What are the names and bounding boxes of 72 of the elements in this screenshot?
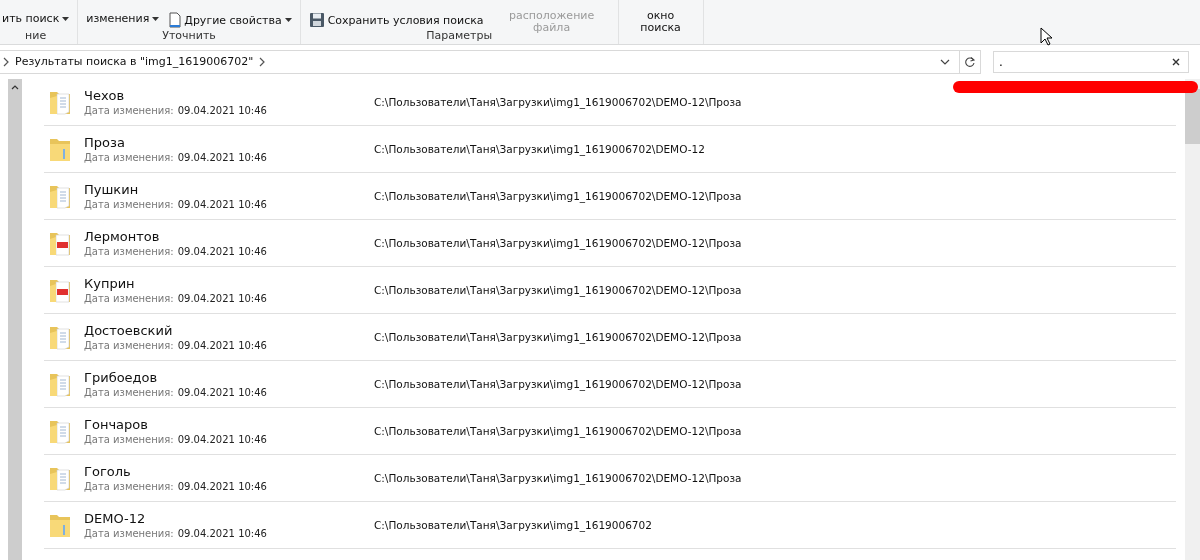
dropdown-button[interactable]: изменения xyxy=(84,12,162,25)
file-name: Достоевский xyxy=(84,321,174,339)
caret-icon xyxy=(11,85,19,90)
result-row[interactable]: Достоевский Дата изменения: 09.04.2021 10:46 C:\Пользователи\Таня\Загрузки\img1_1619006702\DEMO-12\Проза xyxy=(44,314,1176,361)
document-icon xyxy=(169,12,182,28)
dropdown-button[interactable]: ить поиск xyxy=(0,12,72,25)
group-label: ние xyxy=(24,29,48,44)
date-label: Дата изменения: xyxy=(84,385,174,400)
file-path: C:\Пользователи\Таня\Загрузки\img1_1619006702\DEMO-12\Проза xyxy=(374,331,742,343)
result-row[interactable]: DEMO-12 Дата изменения: 09.04.2021 10:46 C:\Пользователи\Таня\Загрузки\img1_1619006702 xyxy=(44,502,1176,549)
file-path: C:\Пользователи\Таня\Загрузки\img1_1619006702\DEMO-12\Проза xyxy=(374,472,742,484)
date-value: 09.04.2021 10:46 xyxy=(177,291,267,306)
file-name: Куприн xyxy=(84,274,136,292)
caret-icon xyxy=(62,16,70,21)
file-name: Проза xyxy=(84,133,126,151)
file-name: Грибоедов xyxy=(84,368,159,386)
file-path: C:\Пользователи\Таня\Загрузки\img1_1619006702\DEMO-12 xyxy=(374,143,705,155)
address-path[interactable]: Результаты поиска в "img1_1619006702" xyxy=(15,55,254,68)
result-row[interactable]: Проза Дата изменения: 09.04.2021 10:46 C:\Пользователи\Таня\Загрузки\img1_1619006702\DEMO-12 xyxy=(44,126,1176,173)
chevron-icon xyxy=(259,56,266,67)
close-icon[interactable] xyxy=(1172,57,1180,66)
dropdown-button[interactable]: Другие свойства xyxy=(167,12,294,28)
file-path: C:\Пользователи\Таня\Загрузки\img1_1619006702\DEMO-12\Проза xyxy=(374,190,742,202)
date-label: Дата изменения: xyxy=(84,526,174,541)
date-label: Дата изменения: xyxy=(84,150,174,165)
file-path: C:\Пользователи\Таня\Загрузки\img1_1619006702\DEMO-12\Проза xyxy=(374,284,742,296)
scrollbar[interactable] xyxy=(1185,79,1200,560)
refresh-icon xyxy=(964,55,976,68)
chevron-icon xyxy=(3,56,9,67)
group-label: Уточнить xyxy=(161,29,217,44)
file-path: C:\Пользователи\Таня\Загрузки\img1_1619006702\DEMO-12\Проза xyxy=(374,425,742,437)
save-search-button[interactable]: Сохранить условия поиска xyxy=(306,12,486,28)
date-label: Дата изменения: xyxy=(84,103,174,118)
file-path: C:\Пользователи\Таня\Загрузки\img1_1619006702\DEMO-12\Проза xyxy=(374,96,742,108)
scrollbar[interactable] xyxy=(8,79,22,560)
address-bar[interactable]: Результаты поиска в "img1_1619006702" xyxy=(0,49,981,74)
date-value: 09.04.2021 10:46 xyxy=(177,479,267,494)
result-row[interactable]: Гончаров Дата изменения: 09.04.2021 10:46 C:\Пользователи\Таня\Загрузки\img1_1619006702\DEMO-12\Проза xyxy=(44,408,1176,455)
result-row[interactable]: Гоголь Дата изменения: 09.04.2021 10:46 C:\Пользователи\Таня\Загрузки\img1_1619006702\DEMO-12\Проза xyxy=(44,455,1176,502)
file-path: C:\Пользователи\Таня\Загрузки\img1_1619006702\DEMO-12\Проза xyxy=(374,237,742,249)
result-row[interactable]: Пушкин Дата изменения: 09.04.2021 10:46 C:\Пользователи\Таня\Загрузки\img1_1619006702\DEMO-12\Проза xyxy=(44,173,1176,220)
result-row[interactable]: Лермонтов Дата изменения: 09.04.2021 10:46 C:\Пользователи\Таня\Загрузки\img1_1619006702\DEMO-12\Проза xyxy=(44,220,1176,267)
result-row[interactable]: Куприн Дата изменения: 09.04.2021 10:46 C:\Пользователи\Таня\Загрузки\img1_1619006702\DEMO-12\Проза xyxy=(44,267,1176,314)
ribbon-button[interactable]: окно поиска xyxy=(624,10,697,34)
date-value: 09.04.2021 10:46 xyxy=(177,197,267,212)
date-value: 09.04.2021 10:46 xyxy=(177,526,267,541)
file-name: DEMO-12 xyxy=(84,509,147,527)
dropdown-icon[interactable] xyxy=(940,58,950,65)
date-label: Дата изменения: xyxy=(84,197,174,212)
date-label: Дата изменения: xyxy=(84,338,174,353)
date-value: 09.04.2021 10:46 xyxy=(177,338,267,353)
date-value: 09.04.2021 10:46 xyxy=(177,432,267,447)
file-name: Гончаров xyxy=(84,415,149,433)
result-row[interactable]: Грибоедов Дата изменения: 09.04.2021 10:46 C:\Пользователи\Таня\Загрузки\img1_1619006702\DEMO-12\Проза xyxy=(44,361,1176,408)
file-name: Гоголь xyxy=(84,462,132,480)
group-label: Параметры xyxy=(425,29,494,44)
date-label: Дата изменения: xyxy=(84,432,174,447)
file-path: C:\Пользователи\Таня\Загрузки\img1_1619006702 xyxy=(374,519,652,531)
date-label: Дата изменения: xyxy=(84,291,174,306)
file-name: Пушкин xyxy=(84,180,140,198)
date-label: Дата изменения: xyxy=(84,479,174,494)
file-path: C:\Пользователи\Таня\Загрузки\img1_1619006702\DEMO-12\Проза xyxy=(374,378,742,390)
date-label: Дата изменения: xyxy=(84,244,174,259)
file-name: Чехов xyxy=(84,86,126,104)
date-value: 09.04.2021 10:46 xyxy=(177,103,267,118)
search-field[interactable]: . xyxy=(993,50,1189,73)
caret-icon xyxy=(152,16,160,21)
caret-icon xyxy=(284,18,292,22)
file-name: Лермонтов xyxy=(84,227,161,245)
date-value: 09.04.2021 10:46 xyxy=(177,244,267,259)
date-value: 09.04.2021 10:46 xyxy=(177,385,267,400)
date-value: 09.04.2021 10:46 xyxy=(177,150,267,165)
